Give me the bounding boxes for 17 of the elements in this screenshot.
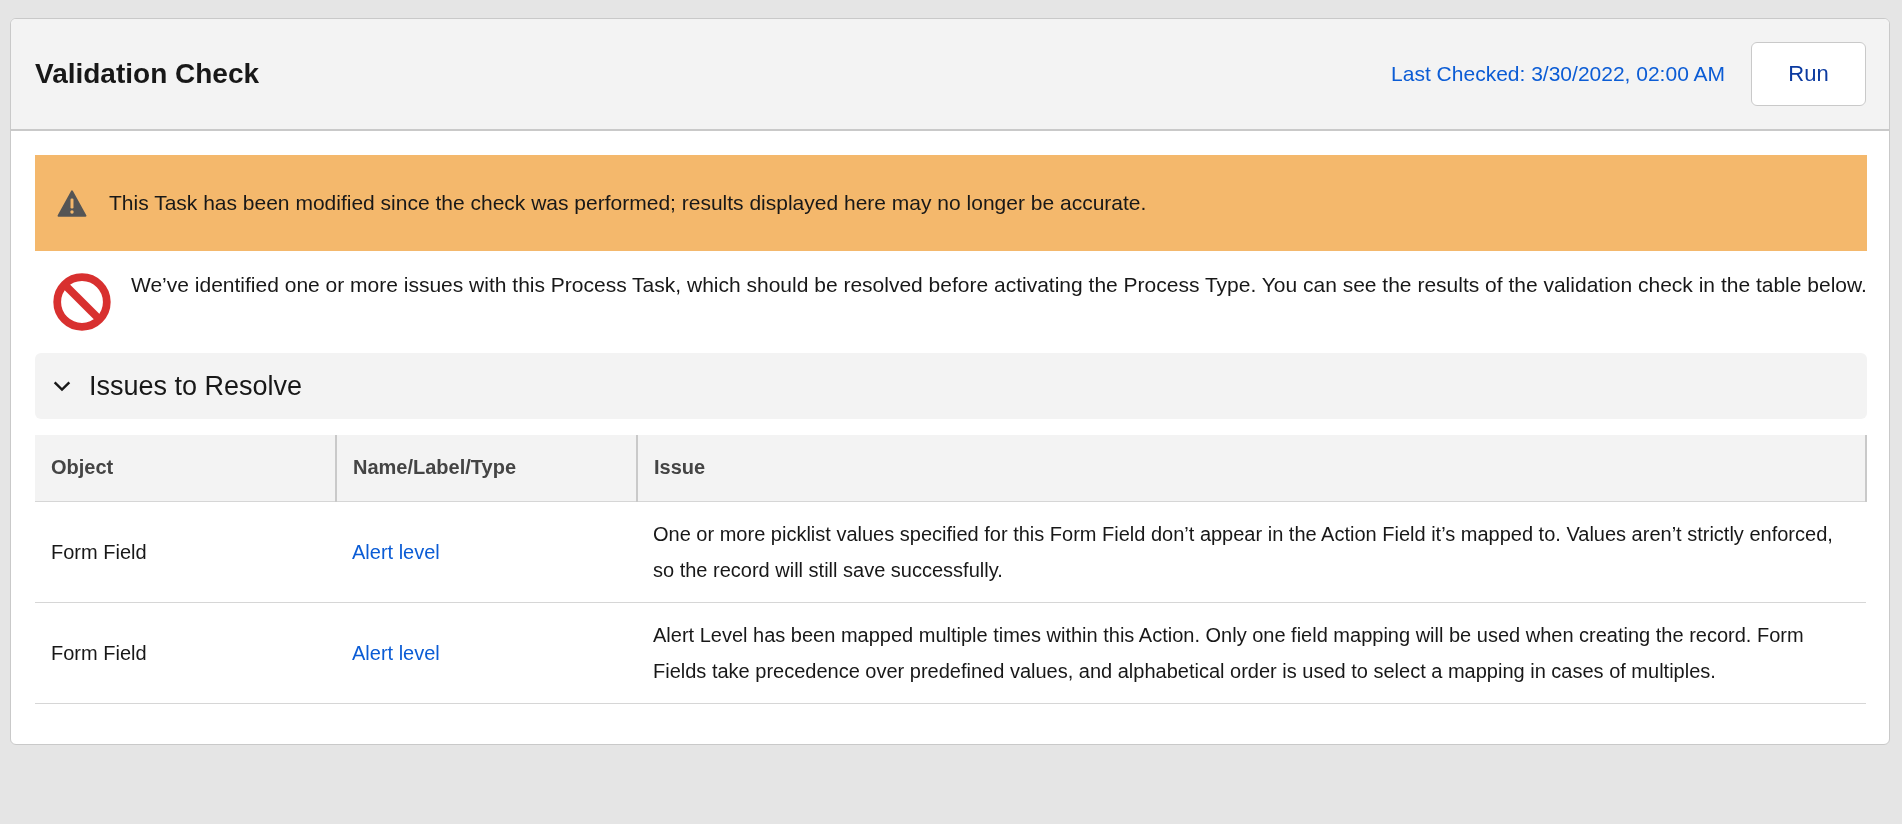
table-cell: Form Field bbox=[35, 501, 336, 602]
column-header: Issue bbox=[637, 435, 1866, 501]
warning-icon bbox=[57, 189, 87, 217]
table-cell: Alert Level has been mapped multiple times within this Action. Only one field mapping will be used when creating the record. Form Fields take precedence over predefined values, and alphabetical order is used to select a mapping in cases of multiples. bbox=[637, 602, 1866, 703]
record-link[interactable]: Alert level bbox=[352, 540, 440, 563]
table-cell: Form Field bbox=[35, 602, 336, 703]
table-cell: One or more picklist values specified for this Form Field don’t appear in the Action Field it’s mapped to. Values aren’t strictly enforced, so the record will still save successfully. bbox=[637, 501, 1866, 602]
warning-message: This Task has been modified since the check was performed; results displayed here may no longer be accurate. bbox=[109, 191, 1147, 215]
prohibited-icon bbox=[51, 271, 113, 333]
record-link[interactable]: Alert level bbox=[352, 641, 440, 664]
column-header: Name/Label/Type bbox=[336, 435, 637, 501]
section-toggle[interactable]: Issues to Resolve bbox=[35, 353, 1867, 419]
error-message: We’ve identified one or more issues with this Process Task, which should be resolved before activating the Process Type. You can see the results of the validation check in the table below. bbox=[131, 272, 1867, 298]
run-button[interactable]: Run bbox=[1751, 42, 1866, 106]
card-title: Validation Check bbox=[35, 58, 260, 90]
column-header: Object bbox=[35, 435, 336, 501]
last-checked-text: Last Checked: 3/30/2022, 02:00 AM bbox=[1391, 62, 1725, 86]
